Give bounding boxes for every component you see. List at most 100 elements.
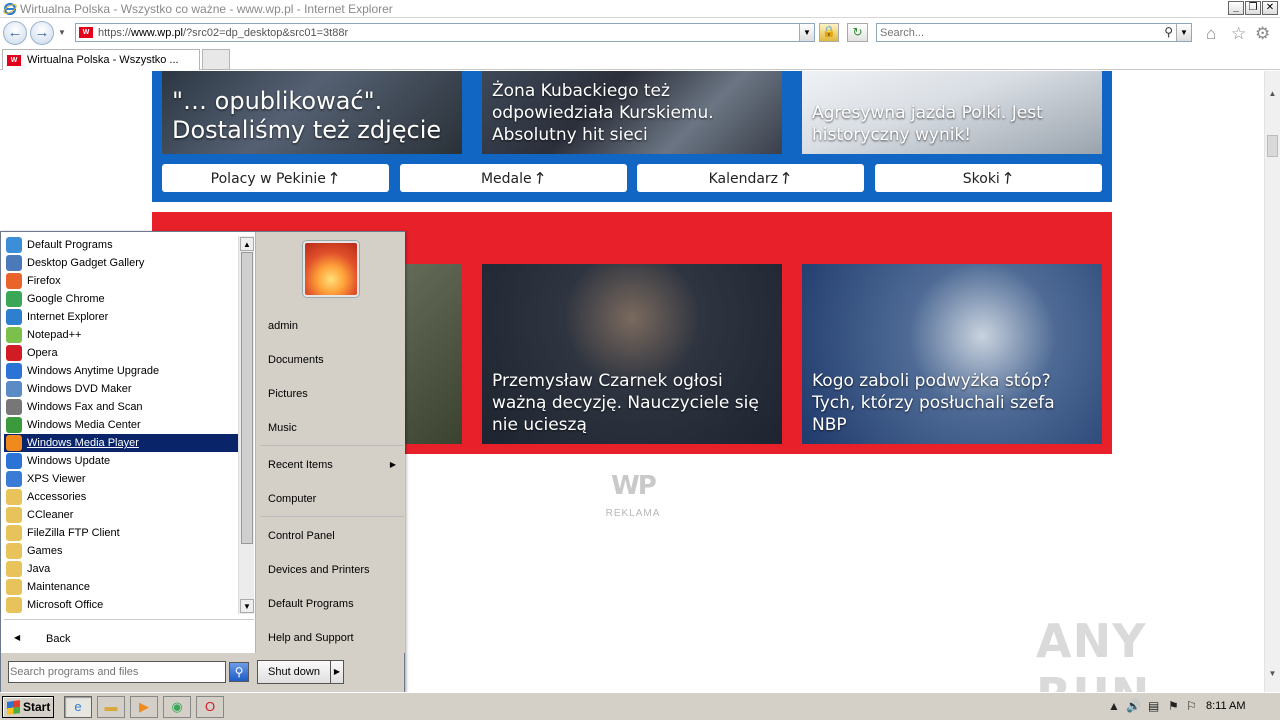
start-search-box[interactable] (8, 661, 226, 683)
address-bar[interactable]: W https://www.wp.pl/?src02=dp_desktop&sr… (75, 23, 815, 42)
program-icon (6, 291, 22, 307)
program-item[interactable]: Maintenance (4, 578, 239, 596)
shutdown-button[interactable]: Shut down (257, 660, 331, 684)
show-hidden-icons-icon[interactable]: ▲ (1108, 699, 1120, 713)
program-item[interactable]: Windows Update (4, 452, 239, 470)
scroll-up-icon[interactable]: ▲ (1265, 85, 1280, 102)
explorer-folder-icon[interactable]: ▬ (97, 696, 125, 718)
search-input[interactable] (880, 26, 1150, 40)
opera-icon[interactable]: O (196, 696, 224, 718)
scroll-down-icon[interactable]: ▼ (240, 599, 254, 613)
program-item[interactable]: Games (4, 542, 239, 560)
pill-link[interactable]: Kalendarz↗ (637, 164, 864, 192)
close-button[interactable]: ✕ (1262, 1, 1278, 15)
program-item[interactable]: Google Chrome (4, 290, 239, 308)
page-scrollbar[interactable]: ▲ ▼ (1264, 71, 1280, 692)
start-search-input[interactable] (10, 663, 224, 681)
places-item-default-programs[interactable]: Default Programs (260, 589, 404, 619)
program-icon (6, 561, 22, 577)
program-item[interactable]: Opera (4, 344, 239, 362)
security-lock-icon[interactable]: 🔒 (819, 23, 839, 42)
programs-scrollbar[interactable]: ▲ ▼ (238, 236, 254, 614)
program-item[interactable]: Windows Anytime Upgrade (4, 362, 239, 380)
program-item[interactable]: Default Programs (4, 236, 239, 254)
news-card[interactable]: Żona Kubackiego też odpowiedziała Kurski… (482, 71, 782, 154)
places-item-control-panel[interactable]: Control Panel (260, 521, 404, 551)
program-label: Windows Fax and Scan (27, 401, 143, 413)
search-box[interactable]: ⚲ ▼ (876, 23, 1192, 42)
shutdown-options-icon[interactable]: ▶ (331, 660, 344, 684)
program-item[interactable]: Notepad++ (4, 326, 239, 344)
program-item[interactable]: FileZilla FTP Client (4, 524, 239, 542)
news-card-caption[interactable]: Agresywna jazda Polki. Jest historyczny … (812, 102, 1094, 146)
search-dropdown-icon[interactable]: ▼ (1176, 24, 1191, 41)
restore-button[interactable]: ❐ (1245, 1, 1261, 15)
action-center-flag-icon[interactable]: ⚑ (1168, 699, 1179, 713)
places-item-documents[interactable]: Documents (260, 345, 404, 375)
minimize-button[interactable]: _ (1228, 1, 1244, 15)
scroll-up-icon[interactable]: ▲ (240, 237, 254, 251)
program-item[interactable]: Windows Media Center (4, 416, 239, 434)
places-item-pictures[interactable]: Pictures (260, 379, 404, 409)
pill-link[interactable]: Polacy w Pekinie↗ (162, 164, 389, 192)
program-label: Default Programs (27, 239, 113, 251)
tab-wirtualna-polska[interactable]: W Wirtualna Polska - Wszystko ... (2, 49, 200, 70)
pill-link[interactable]: Medale↗ (400, 164, 627, 192)
program-item[interactable]: Desktop Gadget Gallery (4, 254, 239, 272)
chrome-icon[interactable]: ◉ (163, 696, 191, 718)
program-icon (6, 579, 22, 595)
program-item[interactable]: Windows DVD Maker (4, 380, 239, 398)
program-item[interactable]: Java (4, 560, 239, 578)
places-item-help-and-support[interactable]: Help and Support (260, 623, 404, 653)
news-card[interactable]: Przemysław Czarnek ogłosi ważną decyzję.… (482, 264, 782, 444)
program-icon (6, 273, 22, 289)
scroll-thumb[interactable] (1267, 135, 1278, 157)
scroll-thumb[interactable] (241, 252, 253, 544)
program-item[interactable]: CCleaner (4, 506, 239, 524)
places-item-recent-items[interactable]: Recent Items ▶ (260, 450, 404, 480)
search-icon[interactable]: ⚲ (229, 662, 249, 682)
places-item-devices-and-printers[interactable]: Devices and Printers (260, 555, 404, 585)
settings-gear-icon[interactable]: ⚙ (1255, 25, 1270, 42)
program-label: XPS Viewer (27, 473, 86, 485)
start-button[interactable]: Start (2, 696, 54, 718)
new-tab-button[interactable] (202, 49, 230, 70)
program-item[interactable]: Windows Fax and Scan (4, 398, 239, 416)
user-avatar[interactable] (303, 241, 359, 297)
favorites-star-icon[interactable]: ☆ (1231, 25, 1246, 42)
places-item-admin[interactable]: admin (260, 311, 404, 341)
news-card-caption[interactable]: Kogo zaboli podwyżka stóp? Tych, którzy … (812, 370, 1094, 436)
program-item[interactable]: Firefox (4, 272, 239, 290)
back-button[interactable]: ◀ Back (4, 629, 254, 651)
search-icon[interactable]: ⚲ (1164, 25, 1173, 39)
internet-explorer-icon[interactable]: e (64, 696, 92, 718)
recent-pages-dropdown-icon[interactable]: ▼ (58, 28, 66, 37)
home-icon[interactable]: ⌂ (1206, 25, 1216, 42)
address-url[interactable]: https://www.wp.pl/?src02=dp_desktop&src0… (98, 27, 348, 39)
program-item[interactable]: Windows Media Player (4, 434, 239, 452)
system-clock[interactable]: 8:11 AM (1206, 700, 1246, 712)
volume-icon[interactable]: 🔊 (1126, 699, 1141, 713)
back-button[interactable]: ← (3, 21, 27, 45)
media-player-icon[interactable]: ▶ (130, 696, 158, 718)
pill-link[interactable]: Skoki↗ (875, 164, 1102, 192)
address-dropdown-icon[interactable]: ▼ (799, 24, 814, 41)
network-icon[interactable]: ▤ (1148, 699, 1159, 713)
notification-icon[interactable]: ⚐ (1186, 699, 1197, 713)
program-item[interactable]: Accessories (4, 488, 239, 506)
news-card[interactable]: Agresywna jazda Polki. Jest historyczny … (802, 71, 1102, 154)
news-card[interactable]: Kogo zaboli podwyżka stóp? Tych, którzy … (802, 264, 1102, 444)
forward-button[interactable]: → (30, 21, 54, 45)
news-card-caption[interactable]: Żona Kubackiego też odpowiedziała Kurski… (492, 80, 774, 146)
news-card-caption[interactable]: Przemysław Czarnek ogłosi ważną decyzję.… (492, 370, 774, 436)
scroll-down-icon[interactable]: ▼ (1265, 665, 1280, 682)
news-card[interactable]: "… opublikować". Dostaliśmy też zdjęcie (162, 71, 462, 154)
program-item[interactable]: Microsoft Office (4, 596, 239, 614)
places-item-computer[interactable]: Computer (260, 484, 404, 514)
refresh-icon[interactable]: ↻ (847, 23, 868, 42)
program-item[interactable]: XPS Viewer (4, 470, 239, 488)
program-icon (6, 309, 22, 325)
program-item[interactable]: Internet Explorer (4, 308, 239, 326)
news-card-caption[interactable]: "… opublikować". Dostaliśmy też zdjęcie (172, 87, 454, 147)
places-item-music[interactable]: Music (260, 413, 404, 443)
